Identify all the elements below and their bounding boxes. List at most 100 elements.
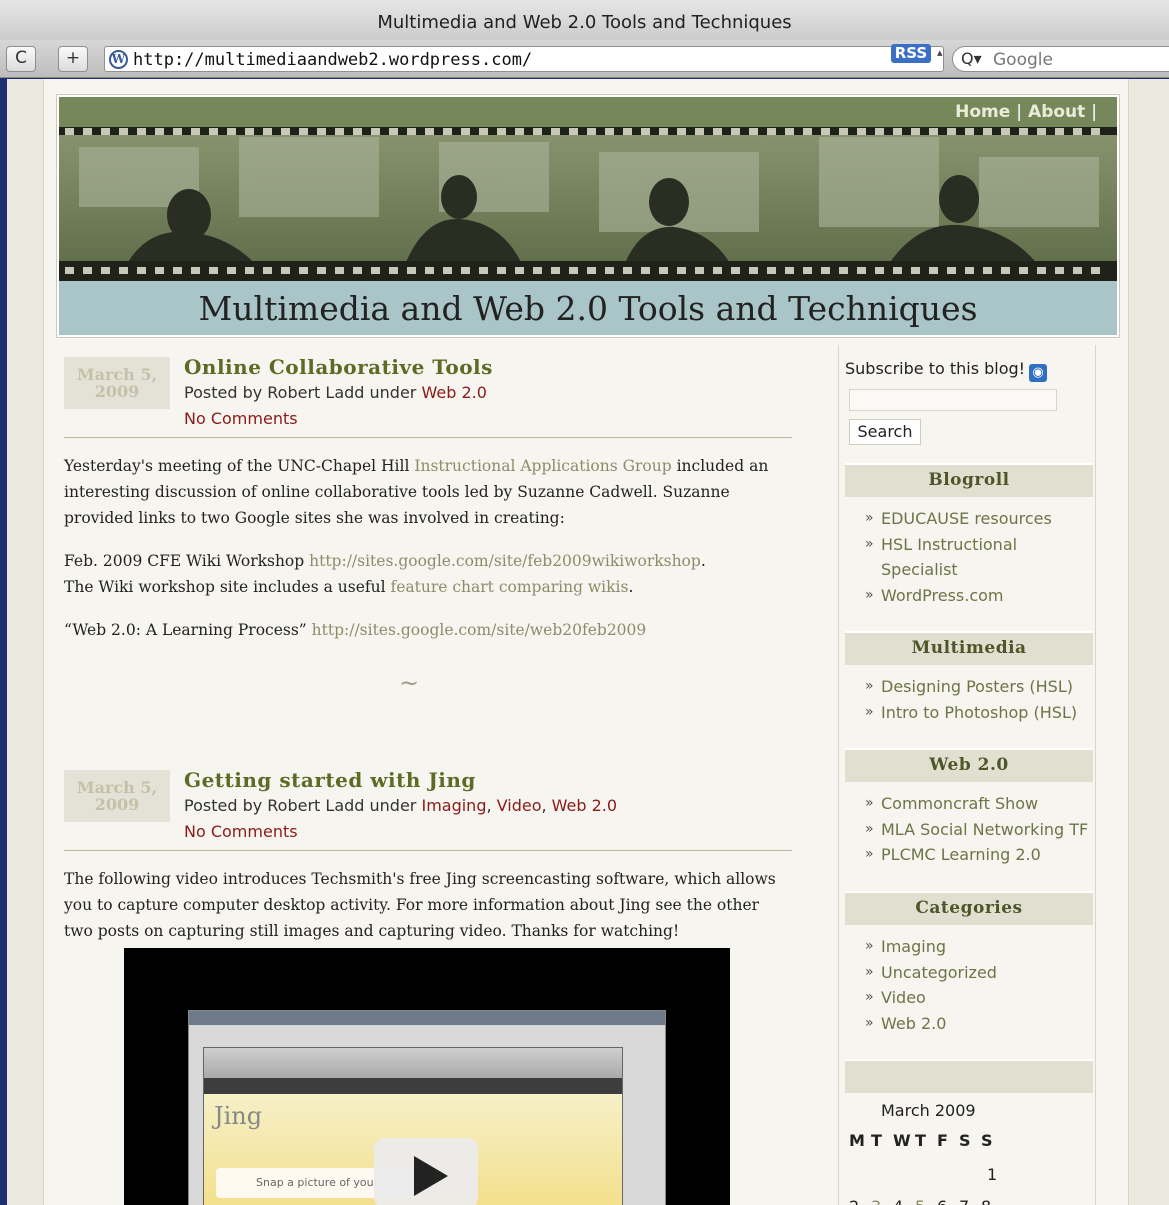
link-designing-posters[interactable]: Designing Posters (HSL)	[863, 674, 1093, 700]
post-body: Yesterday's meeting of the UNC-Chapel Hi…	[64, 453, 792, 660]
feature-chart-link[interactable]: feature chart comparing wikis	[391, 578, 629, 596]
weekday: F	[937, 1131, 949, 1150]
video-window-toolbar	[204, 1048, 622, 1078]
multimedia-list: Designing Posters (HSL) Intro to Photosh…	[863, 674, 1093, 725]
link-mla-social[interactable]: MLA Social Networking TF	[863, 817, 1093, 843]
post-meta: Posted by Robert Ladd under Imaging, Vid…	[184, 796, 618, 815]
post-body: The following video introduces Techsmith…	[64, 866, 792, 961]
link-plcmc[interactable]: PLCMC Learning 2.0	[863, 842, 1093, 868]
video-player[interactable]: Jing Snap a picture of your	[124, 948, 730, 1205]
reload-button[interactable]: C	[6, 46, 36, 72]
web-page: Home | About | Multimedia and Web 2.0 To…	[7, 79, 1169, 1205]
calendar-week: 2345678	[849, 1197, 1003, 1205]
category-link-web20[interactable]: Web 2.0	[552, 796, 617, 815]
search-placeholder: Google	[993, 50, 1053, 70]
calendar-weekdays: MTWTFSS	[849, 1131, 1003, 1150]
rss-feed-icon[interactable]: ◉	[1029, 364, 1048, 382]
play-icon[interactable]	[374, 1138, 478, 1205]
post-author-line: Posted by Robert Ladd under	[184, 383, 422, 402]
subscribe-line: Subscribe to this blog! ◉	[845, 359, 1048, 382]
site-title-strip: Multimedia and Web 2.0 Tools and Techniq…	[59, 281, 1117, 335]
post-title-link[interactable]: Online Collaborative Tools	[184, 355, 493, 379]
web20-list: Commoncraft Show MLA Social Networking T…	[863, 791, 1093, 868]
header-banner-image	[59, 127, 1117, 281]
comments-link[interactable]: No Comments	[184, 409, 298, 428]
post-meta: Posted by Robert Ladd under Web 2.0	[184, 383, 487, 402]
post-text: The Wiki workshop site includes a useful	[64, 578, 391, 596]
site-title[interactable]: Multimedia and Web 2.0 Tools and Techniq…	[59, 289, 1117, 328]
calendar-day: 6	[937, 1197, 959, 1205]
window-title: Multimedia and Web 2.0 Tools and Techniq…	[377, 12, 792, 33]
post-date-line1: March 5,	[76, 778, 158, 797]
comments-link[interactable]: No Comments	[184, 822, 298, 841]
weekday: T	[915, 1131, 927, 1150]
wiki-workshop-link[interactable]: http://sites.google.com/site/feb2009wiki…	[309, 552, 701, 570]
weekday: S	[981, 1131, 994, 1150]
category-uncategorized[interactable]: Uncategorized	[863, 960, 1093, 986]
search-button[interactable]: Search	[849, 419, 921, 445]
nav-home-link[interactable]: Home	[955, 102, 1010, 122]
calendar-day: 2	[849, 1197, 871, 1205]
rss-dropdown-icon[interactable]: ▴	[937, 46, 943, 59]
top-nav: Home | About |	[59, 97, 1117, 127]
widget-title-blogroll: Blogroll	[845, 463, 1093, 497]
category-link-web20[interactable]: Web 2.0	[421, 383, 486, 402]
calendar-day: 8	[981, 1197, 1003, 1205]
category-video[interactable]: Video	[863, 985, 1093, 1011]
rss-button[interactable]: RSS	[891, 44, 931, 63]
calendar-day-link[interactable]: 5	[915, 1197, 937, 1205]
link-hsl-specialist[interactable]: HSL Instructional Specialist	[863, 532, 1093, 583]
calendar-caption: March 2009	[881, 1101, 976, 1120]
category-imaging[interactable]: Imaging	[863, 934, 1093, 960]
post-text: .	[700, 552, 706, 570]
post-date-line2: 2009	[94, 795, 140, 814]
post-text: The following video introduces Techsmith…	[64, 870, 776, 940]
post-end-flourish: ~	[399, 669, 420, 697]
category-link-video[interactable]: Video	[497, 796, 542, 815]
post-title-link[interactable]: Getting started with Jing	[184, 768, 476, 792]
weekday: M	[849, 1131, 866, 1150]
post-divider	[64, 437, 792, 438]
weekday: W	[893, 1131, 912, 1150]
post-text: Yesterday's meeting of the UNC-Chapel Hi…	[64, 457, 415, 475]
post-divider	[64, 850, 792, 851]
category-link-imaging[interactable]: Imaging	[421, 796, 486, 815]
instructional-applications-link[interactable]: Instructional Applications Group	[414, 457, 671, 475]
post-text: “Web 2.0: A Learning Process”	[64, 621, 312, 639]
calendar-day: 1	[987, 1165, 998, 1184]
video-site-nav	[204, 1078, 622, 1094]
wordpress-favicon-icon: W	[109, 50, 128, 69]
categories-list: Imaging Uncategorized Video Web 2.0	[863, 934, 1093, 1036]
link-educause[interactable]: EDUCAUSE resources	[863, 506, 1093, 532]
widget-title-calendar	[845, 1059, 1093, 1093]
link-wordpress[interactable]: WordPress.com	[863, 583, 1093, 609]
blog-container: Home | About | Multimedia and Web 2.0 To…	[43, 79, 1129, 1205]
category-web20[interactable]: Web 2.0	[863, 1011, 1093, 1037]
subscribe-text[interactable]: Subscribe to this blog!	[845, 359, 1025, 378]
search-input[interactable]	[849, 389, 1057, 411]
browser-toolbar: C + W http://multimediaandweb2.wordpress…	[0, 40, 1169, 78]
video-menubar	[189, 1011, 665, 1025]
add-bookmark-button[interactable]: +	[58, 46, 88, 72]
jing-logo: Jing	[214, 1102, 263, 1130]
search-icon[interactable]: Q▾	[961, 49, 982, 68]
address-bar[interactable]: W http://multimediaandweb2.wordpress.com…	[104, 46, 944, 72]
address-url[interactable]: http://multimediaandweb2.wordpress.com/	[133, 50, 532, 70]
nav-about-link[interactable]: About	[1028, 102, 1085, 122]
web20-site-link[interactable]: http://sites.google.com/site/web20feb200…	[312, 621, 647, 639]
calendar-day: 4	[893, 1197, 915, 1205]
post-text: Feb. 2009 CFE Wiki Workshop	[64, 552, 310, 570]
link-intro-photoshop[interactable]: Intro to Photoshop (HSL)	[863, 700, 1093, 726]
weekday: S	[959, 1131, 972, 1150]
calendar-day-link[interactable]: 3	[871, 1197, 893, 1205]
blog-header: Home | About | Multimedia and Web 2.0 To…	[56, 94, 1120, 338]
blogroll-list: EDUCAUSE resources HSL Instructional Spe…	[863, 506, 1093, 608]
post-author-line: Posted by Robert Ladd under	[184, 796, 422, 815]
post-date: March 5, 2009	[64, 770, 170, 822]
google-search-field[interactable]: Q▾ Google	[952, 46, 1169, 72]
weekday: T	[871, 1131, 883, 1150]
post-date-line1: March 5,	[76, 365, 158, 384]
sidebar: Subscribe to this blog! ◉ Search Blogroll…	[838, 345, 1096, 1205]
link-commoncraft[interactable]: Commoncraft Show	[863, 791, 1093, 817]
post-date: March 5, 2009	[64, 357, 170, 409]
